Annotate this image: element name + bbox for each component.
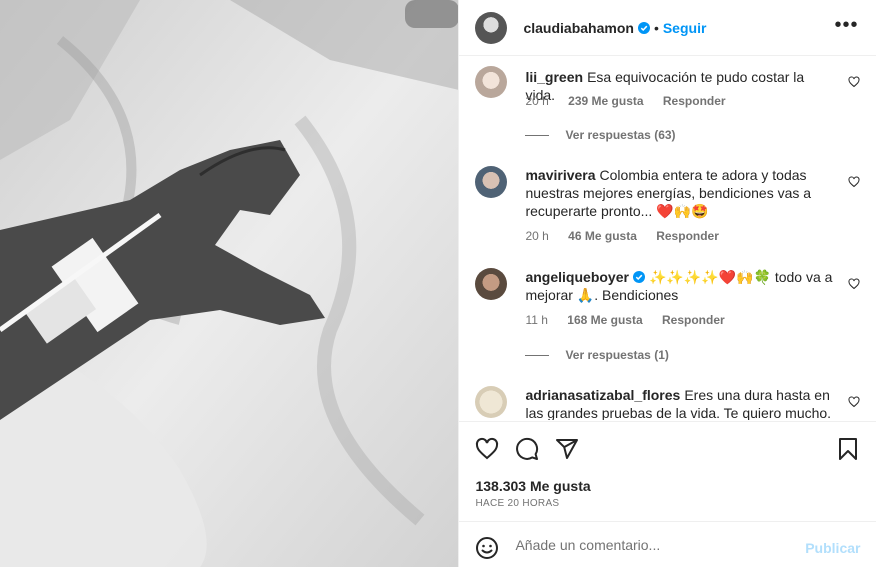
post-header: claudiabahamon • Seguir ••• (459, 0, 876, 56)
post-side-panel: claudiabahamon • Seguir ••• lii_green Esa… (458, 0, 876, 567)
post-timestamp: HACE 20 HORAS (475, 498, 560, 509)
more-options-icon[interactable]: ••• (834, 15, 858, 35)
comment-meta: 11 h 168 Me gusta Responder (525, 313, 740, 327)
share-send-icon[interactable] (555, 437, 579, 461)
reply-button[interactable]: Responder (663, 94, 726, 108)
reply-button[interactable]: Responder (662, 313, 725, 327)
add-comment-bar: Publicar (459, 521, 876, 568)
separator-dot: • (653, 19, 659, 36)
emoji-smiley-icon[interactable] (475, 536, 499, 560)
view-replies-label: Ver respuestas (1) (565, 348, 669, 362)
comment-likes[interactable]: 168 Me gusta (567, 313, 642, 327)
commenter-avatar[interactable] (475, 268, 508, 300)
comment-bubble-icon[interactable] (515, 437, 539, 461)
verified-badge-icon (632, 271, 645, 283)
like-comment-heart-icon[interactable] (848, 278, 860, 290)
comment-text-block: mavirivera Colombia entera te adora y tod… (525, 166, 835, 220)
comment-text-block: angeliqueboyer ✨✨✨✨❤️🙌🍀 todo va a mejorar… (525, 268, 835, 304)
replies-divider-line (525, 134, 550, 136)
replies-divider-line (525, 354, 550, 356)
save-bookmark-icon[interactable] (836, 437, 860, 461)
comment-time: 20 h (525, 229, 549, 243)
comment-time: 11 h (525, 313, 548, 327)
view-replies-button[interactable]: Ver respuestas (1) (525, 348, 669, 362)
verified-badge-icon (637, 21, 650, 34)
like-comment-heart-icon[interactable] (848, 396, 860, 408)
comment-time: 20 h (525, 94, 549, 108)
publish-button[interactable]: Publicar (805, 540, 860, 556)
view-replies-button[interactable]: Ver respuestas (63) (525, 128, 676, 142)
follow-button[interactable]: Seguir (663, 20, 707, 36)
comment-input[interactable] (513, 536, 788, 554)
post-actions-bar (459, 421, 876, 472)
comment-text-block: adrianasatizabal_flores Eres una dura has… (525, 386, 835, 420)
commenter-username[interactable]: lii_green (525, 69, 583, 85)
commenter-username[interactable]: mavirivera (525, 167, 595, 183)
commenter-username[interactable]: angeliqueboyer (525, 269, 628, 285)
reply-button[interactable]: Responder (656, 229, 719, 243)
comment-likes[interactable]: 239 Me gusta (568, 94, 643, 108)
like-heart-icon[interactable] (475, 437, 499, 461)
comment-likes[interactable]: 46 Me gusta (568, 229, 637, 243)
like-count[interactable]: 138.303 Me gusta (475, 478, 590, 494)
post-viewer: claudiabahamon • Seguir ••• lii_green Esa… (0, 0, 876, 567)
hospital-hand-image (0, 0, 459, 567)
commenter-avatar[interactable] (475, 166, 508, 198)
comment-meta: 20 h 46 Me gusta Responder (525, 229, 734, 243)
comment-meta: 20 h 239 Me gusta Responder (525, 94, 741, 108)
post-photo[interactable] (0, 0, 459, 567)
commenter-avatar[interactable] (475, 386, 508, 418)
like-comment-heart-icon[interactable] (848, 76, 860, 88)
view-replies-label: Ver respuestas (63) (565, 128, 676, 142)
like-comment-heart-icon[interactable] (848, 176, 860, 188)
author-username[interactable]: claudiabahamon (523, 20, 633, 36)
author-avatar[interactable] (475, 11, 508, 44)
commenter-username[interactable]: adrianasatizabal_flores (525, 387, 680, 403)
commenter-avatar[interactable] (475, 66, 508, 98)
comments-list[interactable]: lii_green Esa equivocación te pudo costar… (459, 56, 876, 420)
